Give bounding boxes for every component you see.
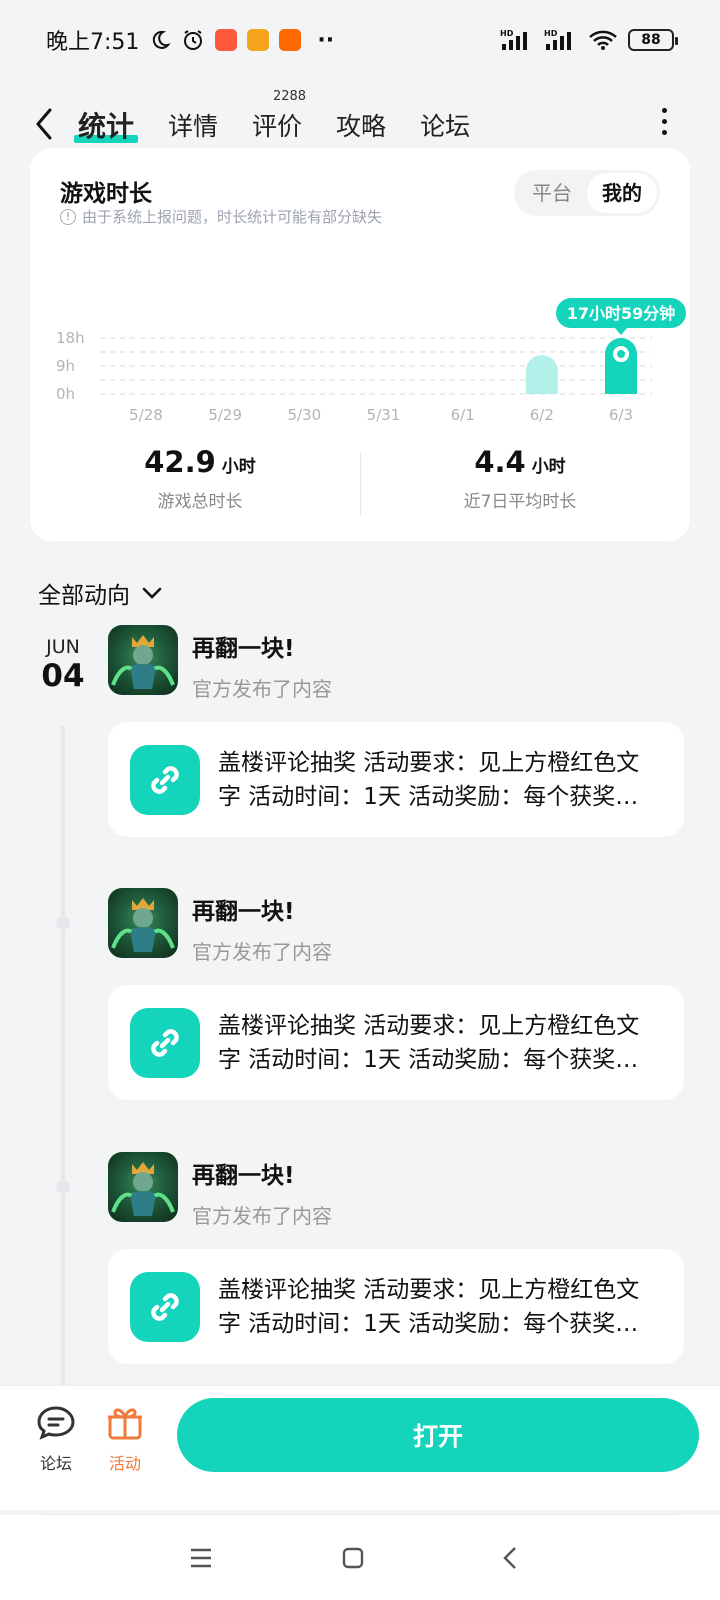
avg-unit: 小时 — [531, 457, 566, 477]
signal-2-icon: HD — [544, 28, 578, 52]
total-label: 游戏总时长 — [157, 492, 243, 512]
timeline-line — [61, 726, 65, 1386]
svg-text:HD: HD — [544, 29, 558, 38]
x-tick-label: 6/1 — [451, 406, 475, 424]
more-notifications-icon: ·· — [317, 27, 335, 53]
total-playtime: 42.9 小时 游戏总时长 — [40, 445, 360, 512]
mi-app-icon — [279, 29, 302, 51]
total-unit: 小时 — [221, 457, 256, 477]
y-tick-label: 0h — [56, 385, 75, 403]
post-subtitle: 官方发布了内容 — [192, 677, 332, 701]
highlight-tooltip-label: 17小时59分钟 — [567, 304, 676, 323]
post-subtitle: 官方发布了内容 — [192, 1204, 332, 1228]
toggle-platform[interactable]: 平台 — [517, 173, 587, 213]
x-tick-label: 5/29 — [208, 406, 242, 424]
feed-post: 再翻一块! 官方发布了内容 盖楼评论抽奖 活动要求：见上方橙红色文字 活动时间：… — [108, 625, 684, 837]
timeline-dot — [56, 916, 70, 930]
timeline-dot — [56, 1180, 70, 1194]
x-tick-label: 5/30 — [287, 406, 321, 424]
date-month: JUN — [46, 636, 80, 658]
menu-icon — [191, 1548, 211, 1568]
tab-stats[interactable]: 统计 — [74, 105, 139, 145]
date-day: 04 — [41, 658, 85, 694]
post-text: 盖楼评论抽奖 活动要求：见上方橙红色文字 活动时间：1天 活动奖励：每个获奖玩家 — [218, 1012, 640, 1073]
feed-post: 再翻一块! 官方发布了内容 盖楼评论抽奖 活动要求：见上方橙红色文字 活动时间：… — [108, 1152, 684, 1364]
total-value: 42.9 — [144, 445, 216, 479]
back-arrow-icon — [503, 1547, 516, 1569]
tab-reviews[interactable]: 评价 2288 — [252, 89, 306, 143]
svg-text:HD: HD — [500, 29, 514, 38]
game-avatar[interactable] — [108, 888, 178, 958]
chevron-left-icon — [36, 108, 52, 140]
x-tick-label: 5/28 — [129, 406, 163, 424]
highlight-tooltip-arrow — [615, 328, 627, 336]
avg-value: 4.4 — [474, 445, 526, 479]
recents-button[interactable] — [186, 1543, 216, 1573]
playtime-chart: 18h 9h 0h 5/28 5/29 5/30 5/31 6/1 6/2 17小时59分钟 6/3 — [56, 298, 686, 424]
chevron-down-icon — [142, 587, 162, 599]
tab-forum[interactable]: 论坛 — [420, 107, 470, 143]
post-subtitle: 官方发布了内容 — [192, 940, 332, 964]
avg-label: 近7日平均时长 — [463, 492, 577, 512]
y-tick-label: 18h — [56, 329, 85, 347]
system-back-button[interactable] — [496, 1543, 526, 1573]
avg-playtime: 4.4 小时 近7日平均时长 — [360, 445, 680, 512]
status-time: 晚上7:51 — [46, 30, 140, 55]
feed-post: 再翻一块! 官方发布了内容 盖楼评论抽奖 活动要求：见上方橙红色文字 活动时间：… — [108, 888, 684, 1100]
tab-guides[interactable]: 攻略 — [336, 107, 386, 143]
home-square-icon — [342, 1547, 364, 1569]
bar-marker-dot — [617, 350, 625, 359]
game-avatar[interactable] — [108, 625, 178, 695]
link-icon — [130, 744, 200, 815]
more-menu-button[interactable] — [658, 102, 670, 146]
home-button[interactable] — [338, 1543, 368, 1573]
toggle-mine[interactable]: 我的 — [587, 173, 657, 213]
moon-icon — [149, 29, 172, 51]
playtime-title: 游戏时长 — [60, 181, 152, 207]
activity-button[interactable]: 活动 — [90, 1404, 160, 1474]
info-icon: ! — [60, 208, 76, 225]
x-tick-label: 6/2 — [530, 406, 554, 424]
reviews-count-badge: 2288 — [272, 89, 307, 104]
open-game-button[interactable]: 打开 — [177, 1398, 699, 1472]
chat-bubble-icon — [37, 1406, 75, 1440]
game-avatar[interactable] — [108, 1152, 178, 1222]
battery-indicator: 88 — [628, 29, 678, 51]
playtime-card: 游戏时长 ! 由于系统上报问题，时长统计可能有部分缺失 平台 我的 18h 9h 0… — [30, 148, 690, 541]
post-title: 再翻一块! — [192, 899, 295, 925]
post-text: 盖楼评论抽奖 活动要求：见上方橙红色文字 活动时间：1天 活动奖励：每个获奖玩家 — [218, 1276, 640, 1337]
feed-filter-dropdown[interactable]: 全部动向 — [38, 576, 164, 610]
playtime-notice: ! 由于系统上报问题，时长统计可能有部分缺失 — [60, 206, 382, 227]
notes-app-icon — [247, 29, 270, 51]
bar — [525, 355, 558, 394]
back-button[interactable] — [30, 102, 60, 146]
wifi-icon — [588, 29, 618, 51]
activity-label: 活动 — [108, 1454, 141, 1473]
system-nav-bar — [0, 1515, 720, 1600]
post-content-card[interactable]: 盖楼评论抽奖 活动要求：见上方橙红色文字 活动时间：1天 活动奖励：每个获奖玩家 — [108, 1249, 684, 1364]
post-content-card[interactable]: 盖楼评论抽奖 活动要求：见上方橙红色文字 活动时间：1天 活动奖励：每个获奖玩家 — [108, 722, 684, 837]
post-title: 再翻一块! — [192, 636, 295, 662]
forum-label: 论坛 — [39, 1454, 72, 1473]
forum-button[interactable]: 论坛 — [21, 1404, 91, 1474]
taobao-app-icon — [215, 29, 238, 51]
link-icon — [130, 1007, 200, 1078]
x-tick-label: 6/3 — [609, 406, 633, 424]
x-tick-label: 5/31 — [367, 406, 401, 424]
link-icon — [130, 1271, 200, 1342]
source-toggle: 平台 我的 — [514, 170, 660, 216]
tab-details[interactable]: 详情 — [168, 107, 218, 143]
feed-date: JUN 04 — [40, 636, 86, 694]
post-text: 盖楼评论抽奖 活动要求：见上方橙红色文字 活动时间：1天 活动奖励：每个获奖玩家 — [218, 749, 640, 810]
alarm-icon — [181, 28, 205, 52]
bottom-action-bar: 论坛 活动 打开 — [0, 1385, 720, 1510]
post-content-card[interactable]: 盖楼评论抽奖 活动要求：见上方橙红色文字 活动时间：1天 活动奖励：每个获奖玩家 — [108, 985, 684, 1100]
status-bar: 晚上7:51 ·· HD HD 88 — [0, 0, 720, 80]
y-tick-label: 9h — [56, 357, 75, 375]
post-title: 再翻一块! — [192, 1163, 295, 1189]
signal-1-icon: HD — [500, 28, 534, 52]
gift-icon — [108, 1408, 142, 1440]
